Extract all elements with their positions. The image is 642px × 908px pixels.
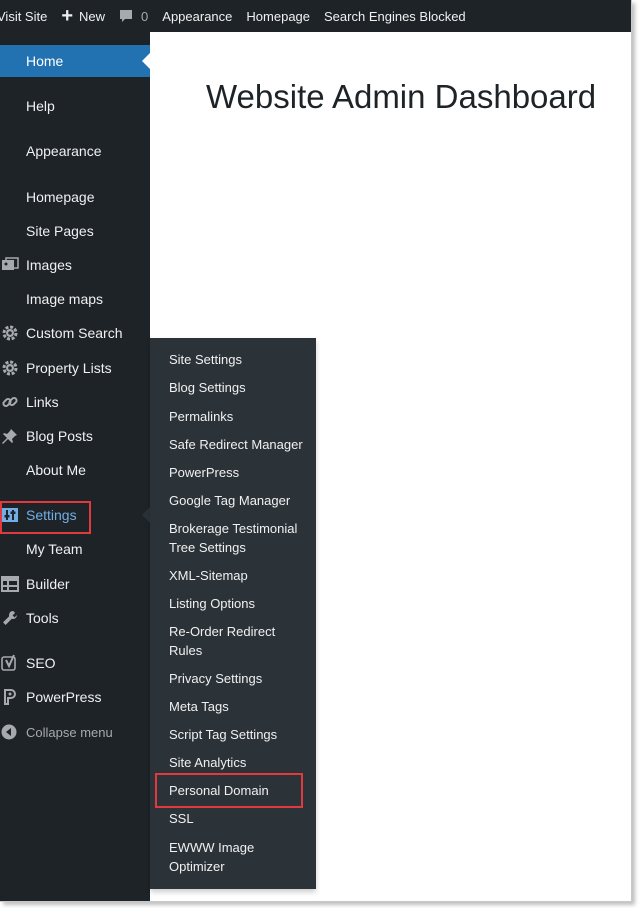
sidebar-item-seo[interactable]: SEO	[0, 651, 150, 675]
page-title: Website Admin Dashboard	[206, 78, 597, 115]
submenu-item-site-settings[interactable]: Site Settings	[169, 351, 309, 370]
admin-sidebar: Home Help Appearance Homepage Site Pages…	[0, 32, 150, 901]
sidebar-item-blog-posts[interactable]: Blog Posts	[0, 424, 150, 448]
sidebar-item-homepage[interactable]: Homepage	[0, 185, 150, 209]
plus-icon: +	[61, 5, 74, 27]
sidebar-item-label: Links	[26, 394, 59, 410]
sidebar-item-image-maps[interactable]: Image maps	[0, 287, 150, 311]
submenu-item-blog-settings[interactable]: Blog Settings	[169, 379, 309, 398]
personal-domain-highlight-box	[155, 773, 303, 808]
collapse-menu-button[interactable]: Collapse menu	[0, 720, 150, 744]
yoast-icon	[0, 651, 20, 675]
sidebar-item-property-lists[interactable]: Property Lists	[0, 356, 150, 380]
sidebar-item-label: PowerPress	[26, 689, 102, 705]
comment-bubble-icon	[119, 9, 133, 23]
podcast-icon	[0, 685, 20, 709]
gear-icon	[0, 356, 20, 380]
collapse-icon	[0, 720, 20, 744]
sidebar-item-label: My Team	[26, 541, 83, 557]
submenu-item-listing-options[interactable]: Listing Options	[169, 595, 309, 614]
sidebar-item-label: Help	[26, 98, 55, 114]
grid-icon	[0, 572, 20, 596]
sidebar-item-label: Blog Posts	[26, 428, 93, 444]
comments-count: 0	[141, 8, 149, 24]
pin-icon	[0, 424, 20, 448]
comments-button[interactable]: 0	[112, 0, 155, 32]
submenu-item-brokerage-testimonial-tree-settings[interactable]: Brokerage Testimonial Tree Settings	[169, 520, 309, 557]
sidebar-item-label: Property Lists	[26, 360, 112, 376]
sidebar-item-powerpress[interactable]: PowerPress	[0, 685, 150, 709]
sidebar-item-home[interactable]: Home	[0, 45, 150, 77]
sidebar-item-links[interactable]: Links	[0, 390, 150, 414]
sidebar-item-tools[interactable]: Tools	[0, 606, 150, 630]
submenu-item-xml-sitemap[interactable]: XML-Sitemap	[169, 567, 309, 586]
sidebar-item-appearance[interactable]: Appearance	[0, 139, 150, 163]
gear-icon	[0, 321, 20, 345]
submenu-item-script-tag-settings[interactable]: Script Tag Settings	[169, 726, 309, 745]
new-label: New	[79, 8, 106, 24]
submenu-item-privacy-settings[interactable]: Privacy Settings	[169, 670, 309, 689]
images-icon	[0, 253, 20, 277]
submenu-item-permalinks[interactable]: Permalinks	[169, 408, 309, 427]
submenu-item-site-analytics[interactable]: Site Analytics	[169, 754, 309, 773]
sidebar-item-label: Builder	[26, 576, 70, 592]
sidebar-item-label: Appearance	[26, 143, 102, 159]
submenu-item-ewww-image-optimizer[interactable]: EWWW Image Optimizer	[169, 839, 309, 876]
homepage-link[interactable]: Homepage	[239, 0, 317, 32]
wrench-icon	[0, 606, 20, 630]
submenu-item-ssl[interactable]: SSL	[169, 810, 309, 829]
submenu-item-safe-redirect-manager[interactable]: Safe Redirect Manager	[169, 436, 309, 455]
sidebar-item-help[interactable]: Help	[0, 94, 150, 118]
sidebar-item-label: Tools	[26, 610, 59, 626]
sidebar-item-builder[interactable]: Builder	[0, 572, 150, 596]
visit-site-link[interactable]: Visit Site	[0, 0, 54, 32]
settings-highlight-box	[0, 501, 91, 534]
sidebar-item-site-pages[interactable]: Site Pages	[0, 219, 150, 243]
sidebar-item-label: SEO	[26, 655, 56, 671]
admin-window: Visit Site + New 0 Appearance Homepage S…	[0, 0, 632, 902]
submenu-item-re-order-redirect-rules[interactable]: Re-Order Redirect Rules	[169, 623, 309, 660]
sidebar-item-about-me[interactable]: About Me	[0, 458, 150, 482]
sidebar-item-label: Collapse menu	[26, 724, 113, 740]
sidebar-item-label: Custom Search	[26, 325, 123, 341]
sidebar-item-custom-search[interactable]: Custom Search	[0, 321, 150, 345]
search-engines-blocked-notice[interactable]: Search Engines Blocked	[317, 0, 473, 32]
sidebar-item-label: Images	[26, 257, 72, 273]
link-icon	[0, 390, 20, 414]
settings-submenu: Site Settings Blog Settings Permalinks S…	[150, 338, 316, 889]
visit-site-label: Visit Site	[0, 8, 48, 24]
submenu-item-meta-tags[interactable]: Meta Tags	[169, 698, 309, 717]
admin-bar: Visit Site + New 0 Appearance Homepage S…	[0, 0, 631, 32]
sidebar-item-my-team[interactable]: My Team	[0, 537, 150, 561]
search-engines-label: Search Engines Blocked	[324, 8, 466, 24]
homepage-label: Homepage	[246, 8, 311, 24]
sidebar-item-images[interactable]: Images	[0, 253, 150, 277]
sidebar-item-label: Home	[26, 53, 64, 69]
appearance-label: Appearance	[162, 8, 233, 24]
appearance-link[interactable]: Appearance	[155, 0, 239, 32]
sidebar-item-label: About Me	[26, 462, 86, 478]
new-content-button[interactable]: + New	[54, 0, 112, 32]
sidebar-item-label: Image maps	[26, 291, 104, 307]
submenu-item-powerpress[interactable]: PowerPress	[169, 464, 309, 483]
submenu-item-google-tag-manager[interactable]: Google Tag Manager	[169, 492, 309, 511]
sidebar-item-label: Homepage	[26, 189, 95, 205]
sidebar-item-label: Site Pages	[26, 223, 94, 239]
